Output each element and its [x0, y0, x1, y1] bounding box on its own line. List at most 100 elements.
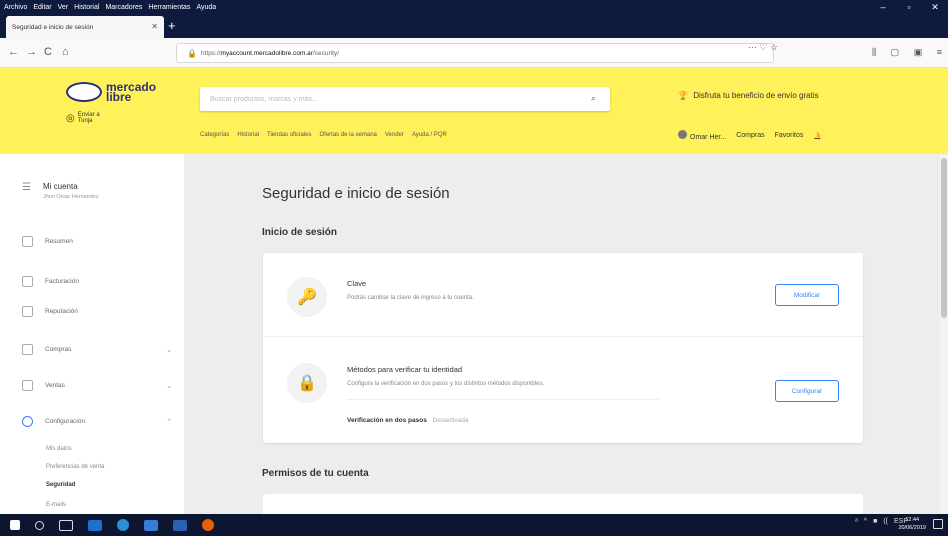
close-window-button[interactable]: ✕: [922, 0, 948, 14]
location-pin-icon: ◎: [66, 112, 75, 124]
word-icon[interactable]: [173, 519, 187, 531]
subitem-emails[interactable]: E-mails: [46, 502, 66, 508]
nav-categorias[interactable]: Categorías: [200, 132, 229, 138]
promo-text: Disfruta tu beneficio de envío gratis: [693, 91, 819, 100]
site-header: mercado libre ◎ Enviar a Tunja Buscar pr…: [0, 68, 948, 154]
sidebar-item-label: Reputación: [45, 308, 78, 315]
menu-icon[interactable]: ☰: [22, 182, 31, 200]
avatar: [678, 130, 687, 139]
nav-historial[interactable]: Historial: [237, 132, 259, 138]
chevron-down-icon: ⌄: [166, 346, 172, 354]
nav-tiendas-oficiales[interactable]: Tiendas oficiales: [267, 132, 311, 138]
menu-ver[interactable]: Ver: [58, 4, 69, 11]
sidebar-item-configuracion[interactable]: Configuración ⌃: [22, 416, 172, 427]
reload-icon[interactable]: C: [44, 46, 52, 58]
menu-herramientas[interactable]: Herramientas: [148, 4, 190, 11]
divider: [347, 399, 659, 400]
windows-start-icon[interactable]: [10, 520, 20, 530]
search-input[interactable]: Buscar productos, marcas y más... ⌕: [200, 87, 610, 111]
hamburger-menu-icon[interactable]: ≡: [937, 47, 942, 57]
url-prefix: https://: [200, 49, 221, 57]
padlock-icon: 🔒: [287, 363, 327, 403]
clock-time: 12:44: [905, 517, 920, 523]
menu-archivo[interactable]: Archivo: [4, 4, 27, 11]
store-icon[interactable]: [144, 519, 158, 531]
mercadolibre-logo[interactable]: mercado libre: [66, 81, 156, 103]
modify-password-button[interactable]: Modificar: [775, 284, 839, 306]
menu-ayuda[interactable]: Ayuda: [196, 4, 216, 11]
user-tray-icon[interactable]: ᵃ: [855, 518, 858, 525]
nav-ayuda[interactable]: Ayuda / PQR: [412, 132, 447, 138]
sidebar-item-reputacion[interactable]: Reputación: [22, 306, 172, 317]
account-header[interactable]: ☰ Mi cuenta Jhon Omar Hernandez: [22, 182, 99, 200]
account-sidebar: ☰ Mi cuenta Jhon Omar Hernandez Resumen …: [0, 154, 184, 514]
battery-icon[interactable]: ■: [873, 518, 877, 525]
bell-icon[interactable]: 🔔: [813, 132, 822, 140]
clock-date: 20/06/2019: [898, 525, 926, 531]
back-icon[interactable]: ←: [8, 46, 19, 58]
new-tab-button[interactable]: +: [168, 18, 176, 33]
scrollbar-thumb[interactable]: [941, 158, 947, 318]
minimize-button[interactable]: –: [870, 0, 896, 14]
task-view-icon[interactable]: [59, 519, 73, 531]
menu-bar: Archivo Editar Ver Historial Marcadores …: [0, 0, 948, 14]
nav-favoritos[interactable]: Favoritos: [775, 132, 804, 139]
sidebar-item-compras[interactable]: Compras ⌄: [22, 344, 172, 355]
sidebar-item-resumen[interactable]: Resumen: [22, 236, 172, 247]
sidebar-item-ventas[interactable]: Ventas ⌄: [22, 380, 172, 391]
chevron-up-icon: ⌃: [166, 418, 172, 426]
tab-close-icon[interactable]: ✕: [151, 22, 158, 31]
password-title: Clave: [347, 279, 367, 288]
verify-description: Configura la verificación en dos pasos y…: [347, 381, 545, 387]
window-controls: – ▫ ✕: [870, 0, 948, 14]
edge-icon[interactable]: [117, 519, 129, 531]
subitem-preferencias[interactable]: Preferencias de venta: [46, 464, 104, 470]
notification-icon[interactable]: [933, 519, 943, 529]
location-selector[interactable]: ◎ Enviar a Tunja: [66, 112, 100, 124]
sidebar-item-label: Compras: [45, 346, 72, 353]
active-tab[interactable]: Seguridad e inicio de sesión ✕: [6, 16, 164, 38]
sidebar-item-facturacion[interactable]: Facturación: [22, 276, 172, 287]
tab-bar: Seguridad e inicio de sesión ✕ +: [0, 14, 948, 38]
maximize-button[interactable]: ▫: [896, 0, 922, 14]
extension-icon[interactable]: ▣: [914, 47, 923, 57]
url-bar[interactable]: 🔒 https:// myaccount.mercadolibre.com.ar…: [176, 43, 774, 63]
chevron-up-icon[interactable]: ^: [864, 518, 867, 525]
section-title-login: Inicio de sesión: [262, 227, 338, 238]
nav-vender[interactable]: Vender: [385, 132, 404, 138]
page-actions-icon[interactable]: ··· ♡ ☆: [748, 42, 778, 53]
search-icon[interactable]: [35, 520, 44, 530]
mail-icon[interactable]: [88, 519, 102, 531]
clock[interactable]: 12:44 20/06/2019: [898, 516, 926, 532]
configure-verification-button[interactable]: Configurar: [775, 380, 839, 402]
navigation-bar: ← → C ⌂ 🔒 https:// myaccount.mercadolibr…: [0, 38, 948, 68]
firefox-icon[interactable]: [202, 519, 214, 531]
nav-compras[interactable]: Compras: [736, 132, 764, 139]
menu-historial[interactable]: Historial: [74, 4, 99, 11]
billing-icon: [22, 276, 33, 287]
search-icon[interactable]: ⌕: [591, 93, 596, 104]
subitem-seguridad[interactable]: Seguridad: [46, 482, 75, 488]
forward-icon[interactable]: →: [26, 46, 37, 58]
password-row: 🔑 Clave Podrás cambiar la clave de ingre…: [263, 253, 863, 337]
verify-title: Métodos para verificar tu identidad: [347, 365, 463, 374]
shopping-bag-icon: [22, 344, 33, 355]
volume-icon[interactable]: ((: [883, 518, 888, 525]
sidebar-icon[interactable]: ▢: [891, 47, 900, 57]
home-icon[interactable]: ⌂: [62, 46, 69, 58]
page-title: Seguridad e inicio de sesión: [262, 185, 450, 202]
account-title: Mi cuenta: [42, 182, 78, 191]
lock-icon: 🔒: [187, 48, 197, 58]
url-domain: myaccount.mercadolibre.com.ar: [220, 49, 313, 57]
sidebar-item-label: Configuración: [45, 418, 86, 425]
menu-editar[interactable]: Editar: [33, 4, 51, 11]
subitem-mis-datos[interactable]: Mis datos: [46, 446, 72, 452]
library-icon[interactable]: ⫼: [872, 47, 876, 57]
free-shipping-promo[interactable]: 🏆 Disfruta tu beneficio de envío gratis: [678, 91, 819, 100]
windows-taskbar: ᵃ ^ ■ (( ESP 12:44 20/06/2019: [0, 514, 948, 536]
page-scrollbar[interactable]: [940, 154, 948, 514]
user-menu[interactable]: Omar Her...: [678, 130, 726, 141]
menu-marcadores[interactable]: Marcadores: [105, 4, 142, 11]
nav-ofertas[interactable]: Ofertas de la semana: [320, 132, 377, 138]
two-step-state: Desactivada: [432, 417, 469, 424]
